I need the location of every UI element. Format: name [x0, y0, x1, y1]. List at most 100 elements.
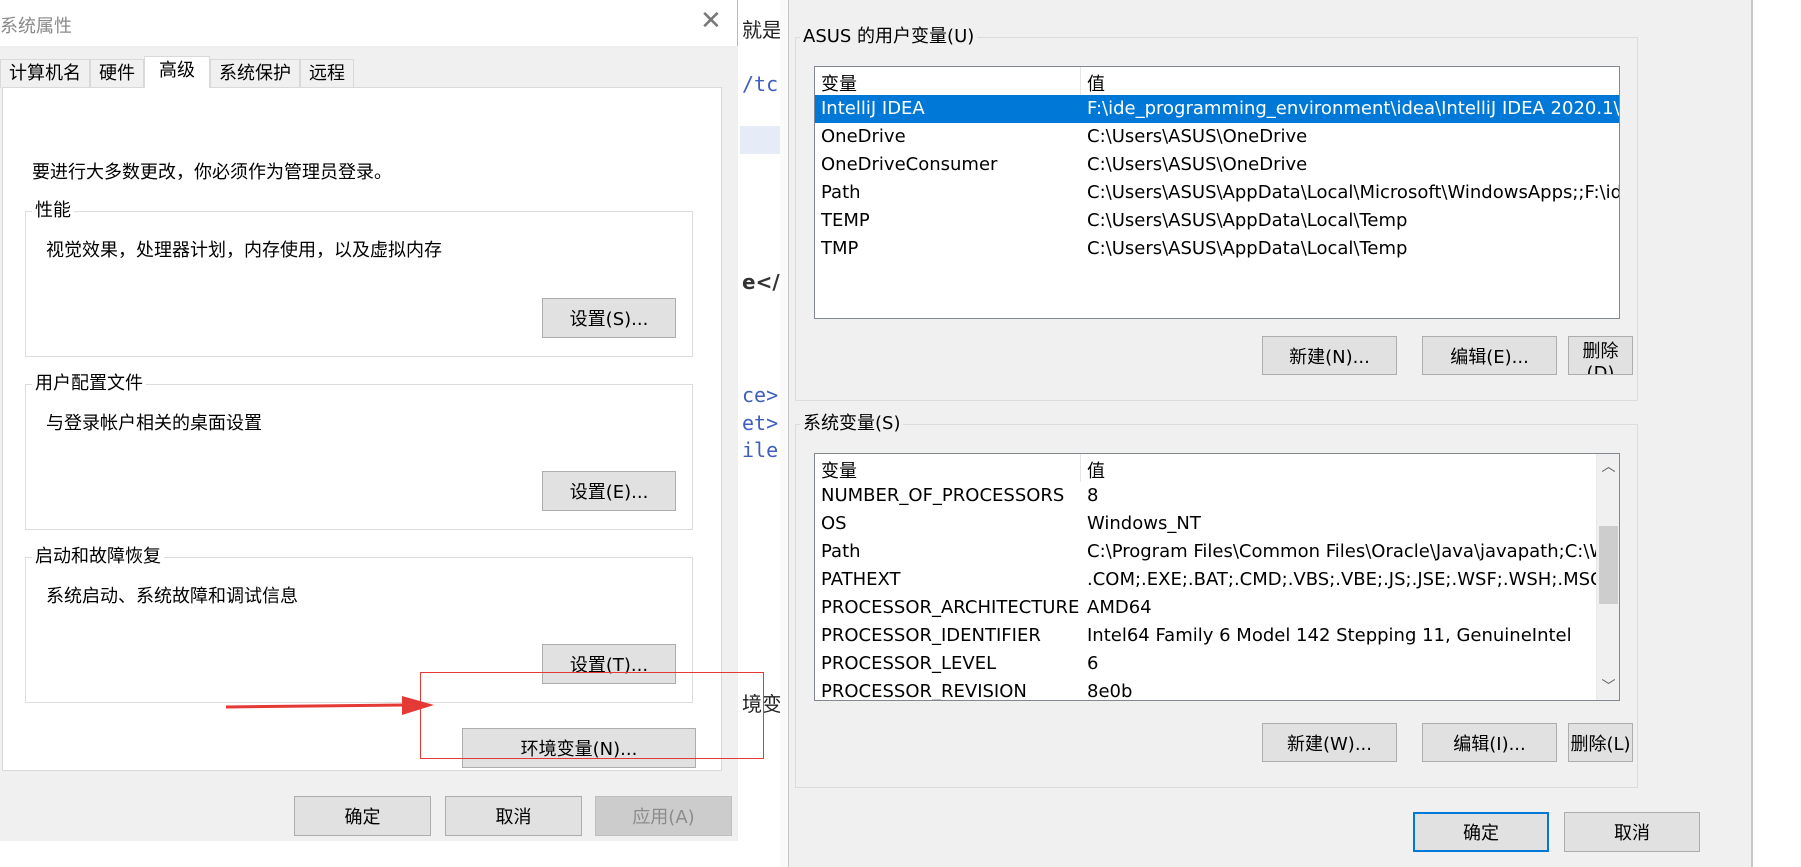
variable-value: C:\Program Files\Common Files\Oracle\Jav…: [1087, 541, 1619, 562]
environment-variables-dialog: ASUS 的用户变量(U) 变量 值 IntelliJ IDEA F:\ide_…: [788, 0, 1751, 867]
bg-text: e</: [742, 270, 780, 294]
variable-name: Path: [821, 541, 861, 562]
user-profiles-settings-button[interactable]: 设置(E)...: [542, 471, 676, 511]
tab-hardware[interactable]: 硬件: [90, 59, 144, 88]
highlight-box: [420, 672, 764, 759]
ok-button[interactable]: 确定: [1413, 812, 1549, 852]
variable-value: Windows_NT: [1087, 513, 1201, 534]
tab-computer-name[interactable]: 计算机名: [0, 59, 90, 88]
variable-name: OneDriveConsumer: [821, 154, 998, 175]
user-variables-section: ASUS 的用户变量(U) 变量 值 IntelliJ IDEA F:\ide_…: [795, 26, 1638, 401]
variable-value: 6: [1087, 653, 1099, 674]
scroll-thumb[interactable]: [1599, 526, 1618, 604]
list-item[interactable]: PROCESSOR_REVISION 8e0b: [815, 678, 1597, 701]
variable-name: PATHEXT: [821, 569, 901, 590]
variable-name: PROCESSOR_LEVEL: [821, 653, 997, 674]
cancel-button[interactable]: 取消: [1564, 812, 1700, 852]
variable-name: OS: [821, 513, 847, 534]
ok-button[interactable]: 确定: [294, 796, 431, 836]
close-icon[interactable]: ✕: [700, 8, 722, 34]
vertical-scrollbar[interactable]: ︿ ﹀: [1596, 454, 1619, 700]
background-gap: [780, 0, 788, 867]
variable-value: C:\Users\ASUS\AppData\Local\Temp: [1087, 210, 1408, 231]
list-item[interactable]: OS Windows_NT: [815, 510, 1597, 538]
list-item[interactable]: PATHEXT .COM;.EXE;.BAT;.CMD;.VBS;.VBE;.J…: [815, 566, 1603, 594]
variable-value: 8: [1087, 485, 1099, 506]
cancel-button[interactable]: 取消: [445, 796, 582, 836]
variable-value: C:\Users\ASUS\AppData\Local\Temp: [1087, 238, 1408, 259]
list-item[interactable]: PROCESSOR_ARCHITECTURE AMD64: [815, 594, 1597, 622]
tab-strip: 计算机名 硬件 高级 系统保护 远程: [0, 56, 354, 88]
scroll-up-icon[interactable]: ︿: [1597, 456, 1619, 478]
system-new-button[interactable]: 新建(W)...: [1262, 723, 1397, 762]
user-edit-button[interactable]: 编辑(E)...: [1422, 336, 1557, 375]
system-edit-button[interactable]: 编辑(I)...: [1422, 723, 1557, 762]
list-header: 变量 值: [815, 67, 1619, 95]
group-title: 性能: [32, 200, 74, 222]
variable-name: PROCESSOR_REVISION: [821, 681, 1027, 701]
variable-name: Path: [821, 182, 861, 203]
bg-text: 就是: [742, 18, 780, 42]
list-item[interactable]: TMP C:\Users\ASUS\AppData\Local\Temp: [815, 235, 1619, 263]
group-description: 与登录帐户相关的桌面设置: [46, 413, 262, 434]
variable-name: TEMP: [821, 210, 870, 231]
column-header-variable[interactable]: 变量: [821, 457, 857, 483]
list-item[interactable]: OneDriveConsumer C:\Users\ASUS\OneDrive: [815, 151, 1619, 179]
column-header-variable[interactable]: 变量: [821, 70, 857, 96]
group-description: 视觉效果，处理器计划，内存使用，以及虚拟内存: [46, 240, 442, 261]
list-item[interactable]: PROCESSOR_LEVEL 6: [815, 650, 1597, 678]
editor-line-highlight: [740, 126, 780, 154]
column-header-value[interactable]: 值: [1087, 70, 1105, 96]
group-title: 用户配置文件: [32, 373, 146, 395]
variable-value: F:\ide_programming_environment\idea\Inte…: [1087, 98, 1620, 119]
arrow-annotation-icon: [225, 696, 434, 715]
performance-settings-button[interactable]: 设置(S)...: [542, 298, 676, 338]
variable-value: AMD64: [1087, 597, 1152, 618]
user-new-button[interactable]: 新建(N)...: [1262, 336, 1397, 375]
list-header: 变量 值: [815, 454, 1597, 482]
variable-name: PROCESSOR_ARCHITECTURE: [821, 597, 1080, 618]
list-item[interactable]: Path C:\Users\ASUS\AppData\Local\Microso…: [815, 179, 1619, 207]
section-title: 系统变量(S): [800, 413, 904, 435]
desktop-background: [1753, 0, 1801, 867]
system-variables-list[interactable]: 变量 值 NUMBER_OF_PROCESSORS 8 OS Windows_N…: [814, 453, 1620, 701]
variable-value: .COM;.EXE;.BAT;.CMD;.VBS;.VBE;.JS;.JSE;.…: [1087, 569, 1603, 590]
variable-value: C:\Users\ASUS\OneDrive: [1087, 126, 1308, 147]
section-title: ASUS 的用户变量(U): [800, 26, 978, 48]
system-delete-button[interactable]: 删除(L): [1568, 723, 1633, 762]
variable-value: Intel64 Family 6 Model 142 Stepping 11, …: [1087, 625, 1572, 646]
user-profiles-group: 用户配置文件 与登录帐户相关的桌面设置 设置(E)...: [25, 373, 693, 530]
dialog-title: 系统属性: [0, 16, 72, 37]
bg-text: /tc: [742, 72, 779, 96]
column-separator[interactable]: [1080, 454, 1081, 482]
system-variables-section: 系统变量(S) 变量 值 NUMBER_OF_PROCESSORS 8 OS W…: [795, 413, 1638, 788]
user-delete-button[interactable]: 删除(D): [1568, 336, 1633, 375]
bg-text: ile: [742, 438, 779, 462]
advanced-tab-panel: 要进行大多数更改，你必须作为管理员登录。 性能 视觉效果，处理器计划，内存使用，…: [2, 87, 722, 771]
scroll-down-icon[interactable]: ﹀: [1597, 676, 1619, 698]
variable-name: PROCESSOR_IDENTIFIER: [821, 625, 1041, 646]
column-header-value[interactable]: 值: [1087, 457, 1105, 483]
tab-remote[interactable]: 远程: [300, 59, 354, 88]
variable-name: IntelliJ IDEA: [821, 98, 925, 119]
variable-name: NUMBER_OF_PROCESSORS: [821, 485, 1065, 506]
tab-system-protection[interactable]: 系统保护: [210, 59, 300, 88]
list-item[interactable]: Path C:\Program Files\Common Files\Oracl…: [815, 538, 1619, 566]
variable-value: C:\Users\ASUS\AppData\Local\Microsoft\Wi…: [1087, 182, 1620, 203]
variable-value: C:\Users\ASUS\OneDrive: [1087, 154, 1308, 175]
list-item[interactable]: IntelliJ IDEA F:\ide_programming_environ…: [815, 95, 1620, 123]
list-item[interactable]: OneDrive C:\Users\ASUS\OneDrive: [815, 123, 1619, 151]
group-title: 启动和故障恢复: [32, 546, 164, 568]
bg-text: ce>: [742, 383, 779, 407]
performance-group: 性能 视觉效果，处理器计划，内存使用，以及虚拟内存 设置(S)...: [25, 200, 693, 357]
list-item[interactable]: TEMP C:\Users\ASUS\AppData\Local\Temp: [815, 207, 1619, 235]
bg-text: et>: [742, 411, 779, 435]
list-item[interactable]: NUMBER_OF_PROCESSORS 8: [815, 482, 1597, 510]
admin-note: 要进行大多数更改，你必须作为管理员登录。: [32, 162, 392, 183]
list-item[interactable]: PROCESSOR_IDENTIFIER Intel64 Family 6 Mo…: [815, 622, 1597, 650]
variable-name: OneDrive: [821, 126, 906, 147]
tab-advanced[interactable]: 高级: [144, 56, 210, 88]
user-variables-list[interactable]: 变量 值 IntelliJ IDEA F:\ide_programming_en…: [814, 66, 1620, 319]
column-separator[interactable]: [1080, 67, 1081, 95]
variable-name: TMP: [821, 238, 859, 259]
